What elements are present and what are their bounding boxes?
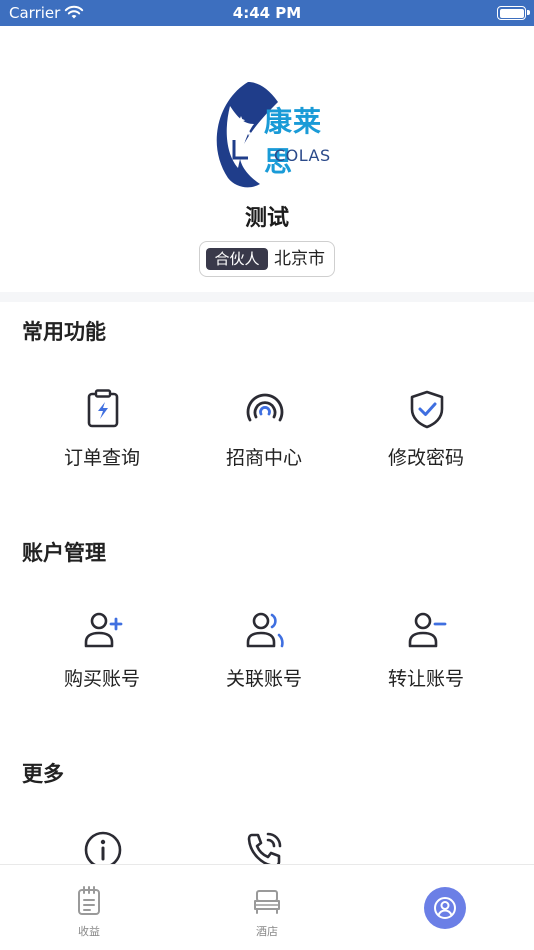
- more-title: 更多: [22, 762, 64, 786]
- merchant-center-button[interactable]: 招商中心: [174, 388, 354, 498]
- order-query-button[interactable]: 订单查询: [12, 388, 192, 498]
- role-badge: 合伙人: [206, 248, 268, 270]
- signal-rings-icon: [244, 388, 286, 430]
- tab-bar: 收益 酒店: [0, 864, 534, 950]
- battery-icon: [497, 6, 530, 20]
- bed-icon: [252, 885, 282, 917]
- link-account-label: 关联账号: [225, 668, 302, 690]
- user-add-icon: [82, 609, 124, 651]
- user-remove-icon: [406, 609, 448, 651]
- link-account-button[interactable]: 关联账号: [174, 609, 354, 719]
- role-tag: 合伙人 北京市: [199, 241, 335, 277]
- city-label: 北京市: [274, 249, 325, 269]
- phone-call-icon: [244, 829, 286, 864]
- clock: 4:44 PM: [232, 4, 302, 22]
- order-query-label: 订单查询: [63, 447, 140, 469]
- user-link-icon: [244, 609, 286, 651]
- shield-check-icon: [406, 388, 448, 430]
- change-password-button[interactable]: 修改密码: [336, 388, 516, 498]
- buy-account-button[interactable]: 购买账号: [12, 609, 192, 719]
- buy-account-label: 购买账号: [63, 668, 140, 690]
- info-button[interactable]: [12, 829, 192, 864]
- section-divider: [0, 292, 534, 302]
- clipboard-bolt-icon: [82, 388, 124, 430]
- info-icon: [82, 829, 124, 864]
- common-functions-title: 常用功能: [22, 320, 106, 344]
- logo-english-text: COLAS: [274, 146, 331, 165]
- account-management-title: 账户管理: [22, 541, 106, 565]
- brand-logo: 康莱思 COLAS: [208, 80, 332, 190]
- tab-earnings-label: 收益: [78, 925, 100, 938]
- change-password-label: 修改密码: [387, 447, 464, 469]
- logo-chinese-text: 康莱思: [264, 105, 323, 178]
- tab-profile[interactable]: [356, 865, 534, 950]
- transfer-account-button[interactable]: 转让账号: [336, 609, 516, 719]
- notepad-icon: [74, 885, 104, 917]
- contact-button[interactable]: [174, 829, 354, 864]
- profile-header: 康莱思 COLAS 测试 合伙人 北京市: [0, 26, 534, 292]
- tab-earnings[interactable]: 收益: [0, 865, 178, 950]
- profile-circle-icon: [424, 887, 466, 929]
- tab-hotel[interactable]: 酒店: [178, 865, 356, 950]
- tab-hotel-label: 酒店: [256, 925, 278, 938]
- status-bar: Carrier 4:44 PM: [0, 0, 534, 26]
- transfer-account-label: 转让账号: [387, 668, 464, 690]
- user-name: 测试: [244, 206, 289, 231]
- merchant-center-label: 招商中心: [225, 447, 302, 469]
